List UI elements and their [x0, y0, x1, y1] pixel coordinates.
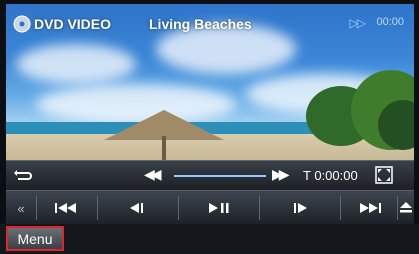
seek-bar[interactable]	[174, 175, 266, 177]
dvd-disc-icon	[13, 15, 31, 33]
umbrella-pole	[162, 136, 166, 160]
play-indicator-icon: ▷▷	[349, 16, 367, 30]
rewind-icon[interactable]: ◀◀	[144, 166, 161, 183]
disc-title: Living Beaches	[149, 16, 252, 32]
eject-icon	[400, 202, 412, 213]
fast-forward-icon[interactable]: ▶▶	[272, 166, 289, 183]
next-chapter-icon	[360, 203, 381, 213]
next-chapter-button[interactable]	[341, 191, 397, 225]
fullscreen-icon[interactable]	[375, 166, 393, 184]
repeat-icon[interactable]	[12, 167, 34, 185]
source-label: DVD VIDEO	[34, 16, 112, 32]
previous-chapter-icon	[55, 203, 76, 213]
slow-forward-icon	[294, 203, 307, 213]
progress-row: ◀◀ ▶▶ T 0:00:00	[6, 160, 414, 191]
play-pause-button[interactable]	[179, 191, 259, 225]
play-pause-icon	[209, 203, 229, 213]
eject-button[interactable]	[398, 191, 414, 225]
slow-back-icon	[130, 203, 143, 213]
slow-back-button[interactable]	[98, 191, 178, 225]
collapse-button[interactable]: «	[6, 191, 36, 225]
cloud	[16, 44, 136, 84]
previous-chapter-button[interactable]	[37, 191, 97, 225]
transport-controls: «	[6, 190, 414, 225]
menu-button[interactable]: Menu	[6, 226, 64, 251]
time-readout: 00:00	[376, 16, 404, 28]
cloud	[36, 84, 236, 124]
playback-time: T 0:00:00	[303, 168, 358, 183]
title-bar: DVD VIDEO Living Beaches ▷▷ 00:00	[6, 4, 414, 38]
slow-forward-button[interactable]	[260, 191, 340, 225]
